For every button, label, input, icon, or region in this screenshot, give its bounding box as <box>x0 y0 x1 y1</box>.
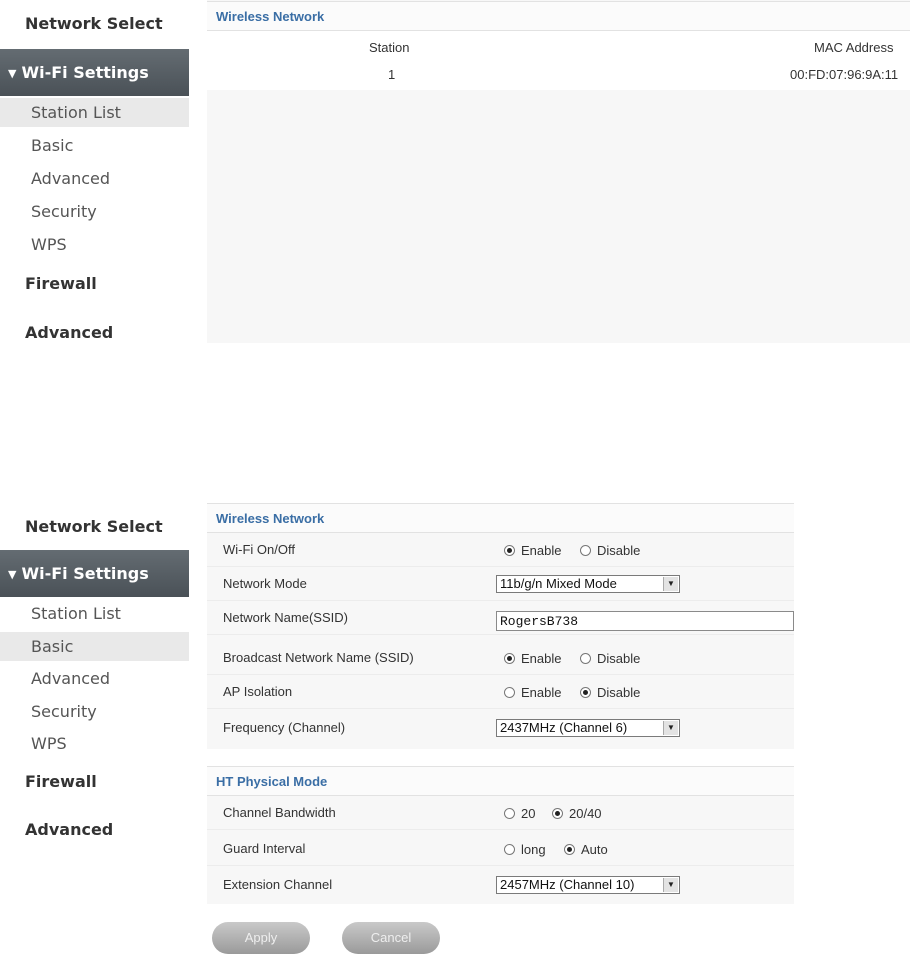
nav-network-select[interactable]: Network Select <box>25 517 163 536</box>
table-cell-station: 1 <box>388 67 396 82</box>
bandwidth-20-radio[interactable]: 20 <box>504 806 535 821</box>
row-bandwidth: Channel Bandwidth 20 20/40 <box>207 796 794 830</box>
network-mode-select[interactable]: 11b/g/n Mixed Mode ▼ <box>496 575 680 593</box>
nav-firewall[interactable]: Firewall <box>25 772 97 791</box>
wifi-enable-radio[interactable]: Enable <box>504 543 561 558</box>
apply-button[interactable]: Apply <box>212 922 310 954</box>
section-title-wireless: Wireless Network <box>207 503 794 533</box>
extension-channel-label: Extension Channel <box>223 877 333 892</box>
sidebar-item-wps[interactable]: WPS <box>0 729 189 758</box>
guard-auto-radio[interactable]: Auto <box>564 842 608 857</box>
nav-wifi-settings[interactable]: ▼ Wi-Fi Settings <box>0 550 189 597</box>
basic-content: Wireless Network Wi-Fi On/Off Enable Dis… <box>207 501 794 957</box>
nav-advanced[interactable]: Advanced <box>25 820 113 839</box>
ap-isolation-label: AP Isolation <box>223 684 293 699</box>
nav-network-select[interactable]: Network Select <box>25 14 163 33</box>
bandwidth-2040-radio[interactable]: 20/40 <box>552 806 602 821</box>
sidebar-item-security[interactable]: Security <box>0 197 189 226</box>
sidebar-item-station-list[interactable]: Station List <box>0 98 189 127</box>
nav-firewall[interactable]: Firewall <box>25 274 97 293</box>
ap-isolation-enable-radio[interactable]: Enable <box>504 685 561 700</box>
dropdown-arrow-icon: ▼ <box>663 721 678 735</box>
row-broadcast: Broadcast Network Name (SSID) Enable Dis… <box>207 641 794 675</box>
guard-long-radio[interactable]: long <box>504 842 546 857</box>
wireless-form: Wi-Fi On/Off Enable Disable Network Mode… <box>207 533 794 749</box>
station-list-screen: Network Select ▼ Wi-Fi Settings Station L… <box>0 0 910 343</box>
row-ssid: Network Name(SSID) <box>207 601 794 635</box>
ap-isolation-disable-radio[interactable]: Disable <box>580 685 640 700</box>
broadcast-enable-radio[interactable]: Enable <box>504 651 561 666</box>
sidebar-item-station-list[interactable]: Station List <box>0 599 189 628</box>
dropdown-arrow-icon: ▼ <box>663 878 678 892</box>
broadcast-disable-radio[interactable]: Disable <box>580 651 640 666</box>
row-frequency: Frequency (Channel) 2437MHz (Channel 6) … <box>207 711 794 745</box>
row-guard-interval: Guard Interval long Auto <box>207 832 794 866</box>
frequency-select[interactable]: 2437MHz (Channel 6) ▼ <box>496 719 680 737</box>
network-mode-label: Network Mode <box>223 576 307 591</box>
basic-settings-screen: Network Select ▼ Wi-Fi Settings Station L… <box>0 501 910 957</box>
triangle-down-icon: ▼ <box>8 568 17 581</box>
wifi-disable-radio[interactable]: Disable <box>580 543 640 558</box>
sidebar-item-basic[interactable]: Basic <box>0 131 189 160</box>
extension-channel-select[interactable]: 2457MHz (Channel 10) ▼ <box>496 876 680 894</box>
row-extension-channel: Extension Channel 2457MHz (Channel 10) ▼ <box>207 868 794 902</box>
station-table: Station MAC Address 1 00:FD:07:96:9A:11 <box>207 31 910 90</box>
section-title: Wireless Network <box>207 1 910 31</box>
ssid-input[interactable] <box>496 611 794 631</box>
ht-form: Channel Bandwidth 20 20/40 Guard Interva… <box>207 796 794 904</box>
nav-wifi-settings-label: Wi-Fi Settings <box>21 564 149 583</box>
guard-interval-label: Guard Interval <box>223 841 306 856</box>
broadcast-label: Broadcast Network Name (SSID) <box>223 650 414 665</box>
triangle-down-icon: ▼ <box>8 67 17 80</box>
section-title-ht: HT Physical Mode <box>207 766 794 796</box>
sidebar: Network Select ▼ Wi-Fi Settings Station L… <box>0 501 189 957</box>
sidebar-item-security[interactable]: Security <box>0 697 189 726</box>
row-wifi-onoff: Wi-Fi On/Off Enable Disable <box>207 533 794 567</box>
sidebar-item-wps[interactable]: WPS <box>0 230 189 259</box>
table-cell-mac: 00:FD:07:96:9A:11 <box>790 67 899 82</box>
column-header-mac: MAC Address <box>814 40 894 55</box>
sidebar-item-advanced[interactable]: Advanced <box>0 164 189 193</box>
column-header-station: Station <box>369 40 410 55</box>
cancel-button[interactable]: Cancel <box>342 922 440 954</box>
station-list-content: Wireless Network Station MAC Address 1 0… <box>207 0 910 343</box>
nav-wifi-settings-label: Wi-Fi Settings <box>21 63 149 82</box>
sidebar-item-basic[interactable]: Basic <box>0 632 189 661</box>
sidebar-item-advanced[interactable]: Advanced <box>0 664 189 693</box>
nav-advanced[interactable]: Advanced <box>25 323 113 342</box>
row-network-mode: Network Mode 11b/g/n Mixed Mode ▼ <box>207 567 794 601</box>
frequency-label: Frequency (Channel) <box>223 720 346 735</box>
sidebar: Network Select ▼ Wi-Fi Settings Station L… <box>0 0 189 343</box>
nav-wifi-settings[interactable]: ▼ Wi-Fi Settings <box>0 49 189 96</box>
row-ap-isolation: AP Isolation Enable Disable <box>207 675 794 709</box>
wifi-onoff-label: Wi-Fi On/Off <box>223 542 295 557</box>
ssid-label: Network Name(SSID) <box>223 610 348 625</box>
bandwidth-label: Channel Bandwidth <box>223 805 336 820</box>
dropdown-arrow-icon: ▼ <box>663 577 678 591</box>
